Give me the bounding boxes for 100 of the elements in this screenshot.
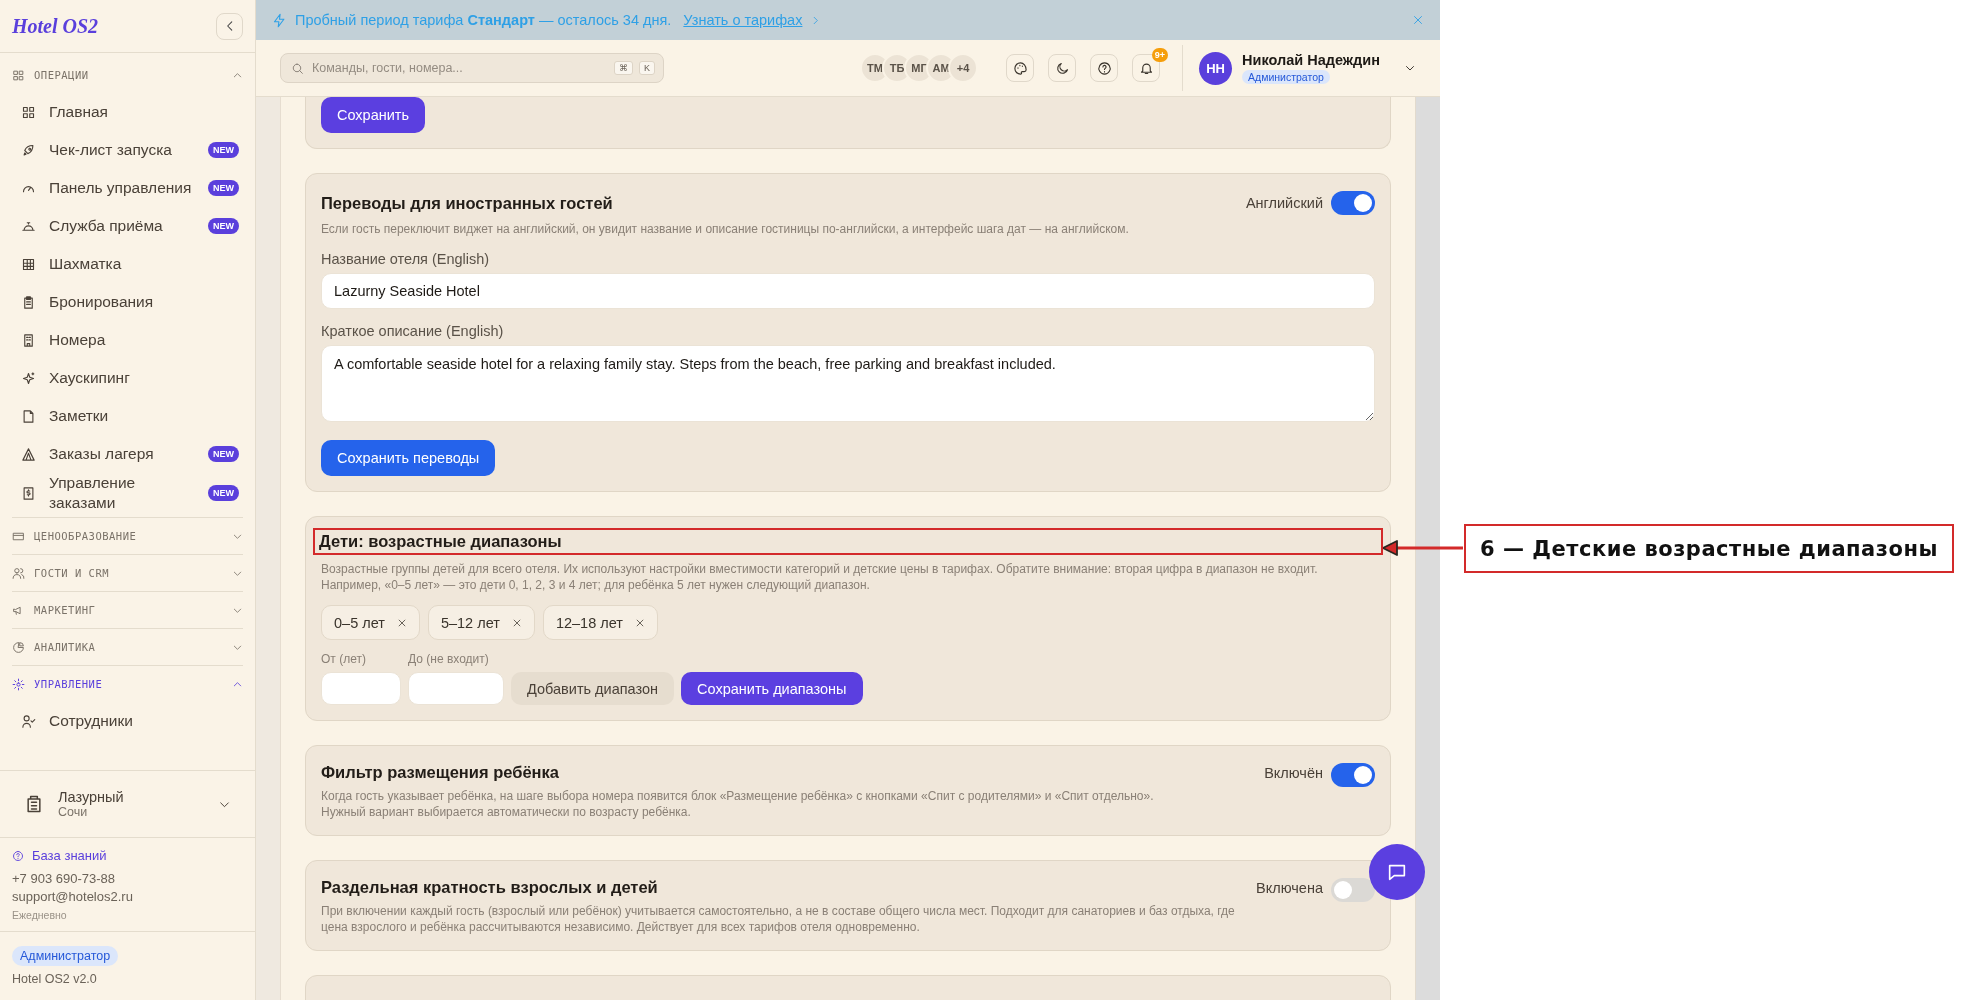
moon-icon — [1054, 60, 1070, 76]
toggle-switch[interactable] — [1331, 878, 1375, 902]
card-description: Когда гость указывает ребёнка, на шаге выбора номера появится блок «Размещение ребёнка» с кнопками «Спит с родителями» и «Спит отдельно». Нужный вариант выбирается автоматически по возрасту ребёнка. — [321, 788, 1154, 820]
add-range-button[interactable]: Добавить диапазон — [511, 672, 675, 705]
toggle-switch[interactable] — [1331, 763, 1375, 787]
property-name: Лазурный — [58, 789, 125, 805]
section-header[interactable]: МАРКЕТИНГ — [12, 592, 243, 628]
user-role-badge: Администратор — [1242, 70, 1330, 84]
new-badge: NEW — [208, 446, 239, 462]
building-icon — [24, 794, 44, 814]
bell-icon — [1138, 60, 1154, 76]
card-title: Фильтр размещения ребёнка — [321, 763, 560, 782]
settings-icon — [12, 677, 25, 691]
field-label: От (лет) — [321, 652, 367, 666]
pie-chart-icon — [12, 640, 25, 654]
presence-avatar: +4 — [948, 53, 979, 83]
field-label: До (не входит) — [408, 652, 490, 666]
toggle-label: Включён — [1264, 765, 1323, 781]
range-chip: 12–18 лет — [542, 605, 658, 640]
new-badge: NEW — [208, 180, 239, 196]
property-switcher[interactable]: Лазурный Сочи — [0, 770, 255, 838]
receipt-icon — [21, 485, 36, 501]
version-text: Hotel OS2 v2.0 — [12, 972, 97, 986]
clipboard-icon — [21, 294, 36, 310]
remove-icon[interactable] — [511, 617, 522, 628]
note-icon — [21, 408, 36, 424]
nav-item[interactable]: Номера — [12, 321, 243, 359]
save-ranges-button[interactable]: Сохранить диапазоны — [681, 672, 863, 705]
lightning-icon — [272, 12, 287, 28]
support-hours: Ежедневно — [12, 909, 68, 921]
nav-item[interactable]: Панель управления NEW — [12, 169, 243, 207]
user-avatar: НН — [1199, 51, 1233, 85]
nav-item[interactable]: Сотрудники — [12, 702, 243, 740]
nav-item[interactable]: Шахматка — [12, 245, 243, 283]
card-title: Переводы для иностранных гостей — [321, 193, 613, 213]
support-email: support@hotelos2.ru — [12, 888, 134, 906]
range-chip: 0–5 лет — [321, 605, 420, 640]
user-menu[interactable]: НН Николай Надеждин Администратор — [1199, 51, 1416, 85]
range-chip: 5–12 лет — [427, 605, 535, 640]
users-icon — [12, 566, 25, 580]
palette-icon — [1012, 60, 1028, 76]
toggle-label: Английский — [1245, 195, 1323, 211]
grid-icon — [12, 68, 25, 82]
save-button[interactable]: Сохранить — [321, 97, 426, 133]
support-phone: +7 903 690-73-88 — [12, 870, 116, 888]
shortcut-key: K — [639, 61, 655, 75]
nav-item[interactable]: Служба приёма NEW — [12, 207, 243, 245]
help-icon — [12, 849, 24, 862]
remove-icon[interactable] — [396, 617, 407, 628]
section-header[interactable]: ГОСТИ И CRM — [12, 555, 243, 591]
user-name: Николай Надеждин — [1242, 52, 1380, 68]
remove-icon[interactable] — [634, 617, 645, 628]
help-button[interactable] — [1090, 54, 1119, 82]
dark-mode-button[interactable] — [1048, 54, 1077, 82]
card-title: Раздельная кратность взрослых и детей — [321, 878, 659, 897]
save-translations-button[interactable]: Сохранить переводы — [321, 440, 496, 476]
toggle-label: Включена — [1256, 880, 1323, 896]
theme-palette-button[interactable] — [1006, 54, 1035, 82]
nav-item[interactable]: Заказы лагеря NEW — [12, 435, 243, 473]
field-label: Краткое описание (English) — [321, 323, 505, 339]
new-badge: NEW — [208, 218, 239, 234]
age-field[interactable] — [321, 672, 401, 705]
sparkle-icon — [21, 370, 36, 386]
banner-text: Пробный период тарифа Стандарт — осталось 34 дня. — [295, 12, 672, 28]
field-label: Название отеля (English) — [321, 251, 491, 267]
shortcut-key: ⌘ — [614, 61, 633, 75]
card-description: Возрастные группы детей для всего отеля. Их используют настройки вместимости категорий и детские цены в тарифах. Обратите внимание: вторая цифра в диапазон не входит. Например, «0–5 лет» — это дети 0, 1, 2, 3 и 4 лет; для ребёнка 5 лет нужен следующий диапазон. — [321, 561, 1319, 593]
user-check-icon — [21, 713, 36, 729]
new-badge: NEW — [208, 485, 239, 501]
section-header[interactable]: ОПЕРАЦИИ — [12, 57, 243, 93]
section-header[interactable]: УПРАВЛЕНИЕ — [12, 666, 243, 702]
table-icon — [21, 256, 36, 272]
description-field[interactable]: A comfortable seaside hotel for a relaxing family stay. Steps from the beach, free parking and breakfast included. — [321, 345, 1375, 422]
nav-item[interactable]: Бронирования — [12, 283, 243, 321]
age-field[interactable] — [408, 672, 504, 705]
nav-item[interactable]: Чек-лист запуска NEW — [12, 131, 243, 169]
nav-item[interactable]: Хаускипинг — [12, 359, 243, 397]
section-header[interactable]: АНАЛИТИКА — [12, 629, 243, 665]
notification-count: 9+ — [1151, 48, 1169, 62]
help-icon — [1096, 60, 1112, 76]
section-header[interactable]: ЦЕНООБРАЗОВАНИЕ — [12, 518, 243, 554]
card-description: При включении каждый гость (взрослый или ребёнок) учитывается самостоятельно, а не в составе общего числа мест. Подходит для санаториев и баз отдыха, где цена взрослого и ребёнка рассчитываются независимо. Действует для всех тарифов отеля одновременно. — [321, 903, 1236, 935]
nav-item[interactable]: Главная — [12, 93, 243, 131]
grid-icon — [21, 104, 36, 120]
toggle-switch[interactable] — [1331, 191, 1375, 215]
rocket-icon — [21, 142, 36, 158]
nav-item[interactable]: Управление заказами NEW — [12, 473, 243, 513]
role-badge: Администратор — [12, 946, 119, 966]
building-icon — [21, 332, 36, 348]
nav-item[interactable]: Заметки — [12, 397, 243, 435]
annotation-label: 6 — Детские возрастные диапазоны — [1464, 524, 1954, 573]
search-field[interactable]: Команды, гости, номера... ⌘ K — [280, 53, 664, 83]
logo[interactable]: Hotel OS2 — [12, 14, 216, 38]
knowledge-base-link[interactable]: База знаний — [12, 848, 243, 863]
card-description: Если гость переключит виджет на английский, он увидит название и описание гостиницы по-английски, а интерфейс шага дат — на английском. — [321, 221, 1130, 237]
search-input[interactable]: Команды, гости, номера... — [310, 60, 608, 76]
text-field[interactable]: Lazurny Seaside Hotel — [321, 273, 1375, 309]
new-badge: NEW — [208, 142, 239, 158]
tent-icon — [21, 446, 36, 462]
search-icon — [291, 61, 304, 75]
